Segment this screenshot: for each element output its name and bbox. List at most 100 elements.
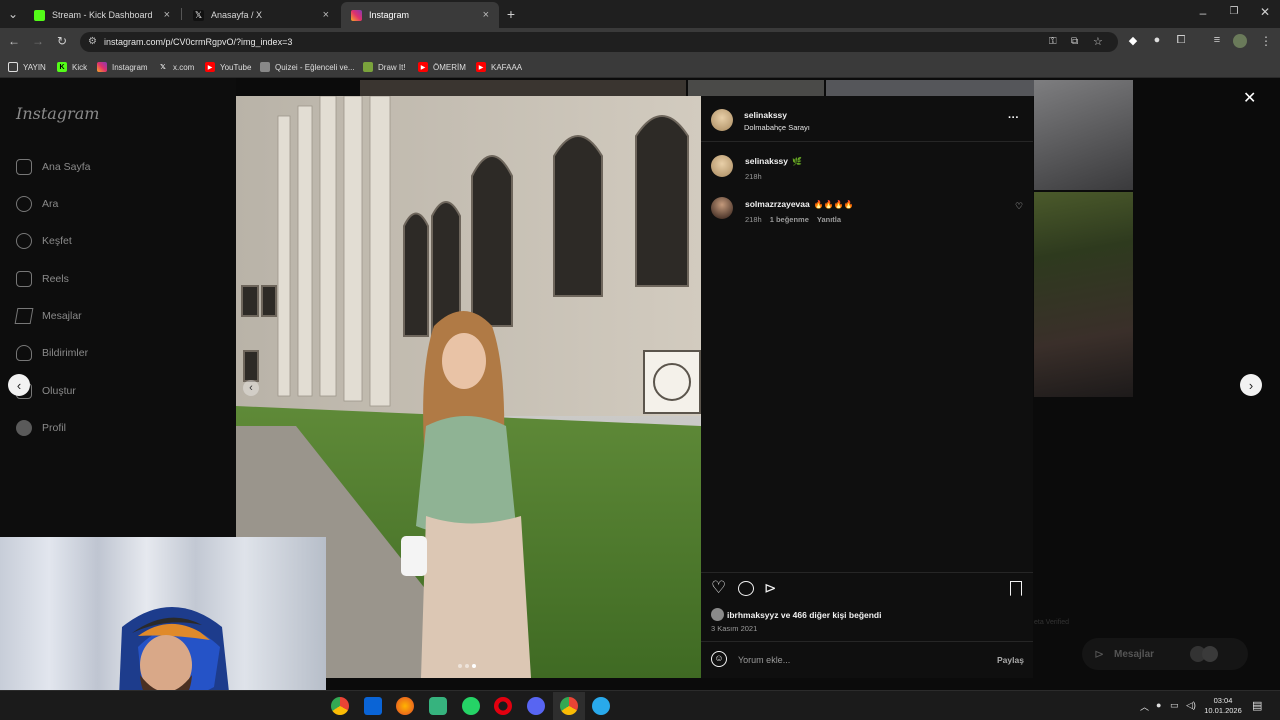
commenter-avatar[interactable]	[711, 197, 733, 219]
bookmark-x[interactable]: 𝕏x.com	[158, 56, 194, 78]
close-tab-icon[interactable]: ×	[164, 9, 170, 21]
like-comment-heart-icon[interactable]: ♡	[1015, 201, 1023, 212]
restore-icon[interactable]: ❐	[1226, 6, 1242, 17]
nav-home[interactable]: Ana Sayfa	[16, 157, 90, 177]
tab-title: Anasayfa / X	[211, 10, 263, 20]
bookmark-omerim[interactable]: ▶ ÖMERİM	[418, 56, 466, 78]
nav-notifications[interactable]: Bildirimler	[16, 343, 88, 363]
nav-explore[interactable]: Keşfet	[16, 231, 72, 251]
nav-search[interactable]: Ara	[16, 194, 58, 214]
bookmark-kick[interactable]: K Kick	[57, 56, 87, 78]
bookmark-quizei[interactable]: Quizei - Eğlenceli ve...	[260, 56, 355, 78]
network-icon[interactable]: ▭	[1170, 700, 1179, 711]
bookmark-label: Quizei - Eğlenceli ve...	[275, 62, 355, 72]
comment-bubble-icon[interactable]	[738, 581, 754, 596]
reload-icon[interactable]: ↻	[54, 34, 70, 48]
share-paper-plane-icon[interactable]: ⊳	[764, 579, 777, 597]
nav-profile[interactable]: Profil	[16, 418, 66, 438]
discord-app-icon[interactable]	[527, 697, 545, 715]
chevron-left-icon: ‹	[16, 377, 22, 393]
tab-search-icon[interactable]: ⌄	[5, 7, 21, 21]
close-tab-icon[interactable]: ×	[483, 9, 489, 21]
like-heart-icon[interactable]: ♡	[711, 579, 726, 597]
close-tab-icon[interactable]: ×	[323, 9, 329, 21]
bookmark-star-icon[interactable]: ☆	[1093, 35, 1103, 48]
caption: selinakssy 🌿	[745, 156, 802, 166]
messages-floating-button[interactable]	[1082, 638, 1248, 670]
comment-input[interactable]: Yorum ekle...	[738, 655, 978, 665]
profile-avatar[interactable]	[1233, 34, 1247, 48]
panel-divider	[701, 641, 1033, 642]
media-control-icon[interactable]: ≡	[1209, 34, 1225, 46]
extension-egg-icon[interactable]: ●	[1149, 34, 1165, 46]
verified-fragment: eta Verified	[1034, 619, 1070, 626]
telegram-app-icon[interactable]	[592, 697, 610, 715]
comment-author[interactable]: solmazrzayevaa	[745, 199, 810, 209]
clock[interactable]: 03:04 10.01.2026	[1203, 696, 1243, 716]
previous-post-button[interactable]: ‹	[8, 374, 30, 396]
post-author[interactable]: selinakssy	[744, 110, 787, 120]
more-options-icon[interactable]: ···	[1008, 112, 1019, 124]
nav-label: Mesajlar	[42, 310, 82, 322]
bookmark-yayin[interactable]: YAYIN	[8, 56, 46, 78]
comment-reply[interactable]: Yanıtla	[817, 215, 841, 224]
chrome-active-app-icon[interactable]	[560, 697, 578, 715]
post-location[interactable]: Dolmabahçe Sarayı	[744, 123, 810, 132]
bookmark-youtube[interactable]: ▶ YouTube	[205, 56, 251, 78]
chevron-right-icon: ›	[1248, 377, 1254, 393]
compass-icon	[16, 233, 32, 249]
new-tab-button[interactable]: +	[503, 6, 519, 22]
site-info-icon[interactable]: ⚙	[88, 36, 97, 47]
notifications-icon[interactable]: ▤	[1252, 699, 1262, 712]
bookmark-label: KAFAAA	[491, 62, 523, 72]
window-close-icon[interactable]: ✕	[1257, 5, 1273, 19]
extensions-puzzle-icon[interactable]: ⧠	[1173, 34, 1189, 47]
comment-likes[interactable]: 1 beğenme	[770, 215, 809, 224]
password-key-icon[interactable]: ⚿	[1049, 36, 1057, 47]
forward-icon[interactable]: →	[30, 34, 46, 48]
extension-diamond-icon[interactable]: ◆	[1125, 34, 1141, 47]
kick-favicon-icon	[34, 9, 45, 21]
whatsapp-app-icon[interactable]	[462, 697, 480, 715]
chrome-app-icon[interactable]	[331, 697, 349, 715]
tab-kick-dashboard[interactable]: Stream - Kick Dashboard ×	[24, 2, 180, 28]
instagram-logo[interactable]: Instagram	[16, 104, 99, 123]
tray-expand-icon[interactable]: ︿	[1140, 700, 1149, 713]
stream-app-icon[interactable]	[429, 697, 447, 715]
caption-author-avatar[interactable]	[711, 155, 733, 177]
youtube-icon: ▶	[205, 62, 215, 72]
firefox-app-icon[interactable]	[396, 697, 414, 715]
nav-label: Reels	[42, 273, 69, 285]
browser-menu-icon[interactable]: ⋮	[1258, 34, 1274, 48]
install-app-icon[interactable]: ⧉	[1071, 36, 1078, 47]
clock-time: 03:04	[1213, 696, 1233, 705]
next-post-button[interactable]: ›	[1240, 374, 1262, 396]
bookmark-kafaaa[interactable]: ▶ KAFAAA	[476, 56, 522, 78]
microphone-icon[interactable]: ●	[1156, 700, 1161, 710]
nav-reels[interactable]: Reels	[16, 269, 69, 289]
nav-label: Bildirimler	[42, 347, 89, 359]
liked-by-text[interactable]: ibrhmaksyyz ve 466 diğer kişi beğendi	[727, 610, 882, 620]
photo-previous-button[interactable]: ‹	[243, 380, 259, 396]
post-date: 3 Kasım 2021	[711, 624, 758, 633]
minimize-icon[interactable]: –	[1195, 6, 1211, 20]
author-avatar[interactable]	[711, 109, 733, 131]
tab-x-home[interactable]: 𝕏 Anasayfa / X ×	[183, 2, 339, 28]
back-icon[interactable]: ←	[6, 34, 22, 48]
bookmark-instagram[interactable]: Instagram	[97, 56, 148, 78]
opera-app-icon[interactable]	[494, 697, 512, 715]
outlook-app-icon[interactable]	[364, 697, 382, 715]
quiz-icon	[260, 62, 270, 72]
tab-instagram[interactable]: Instagram ×	[341, 2, 499, 28]
share-comment-button[interactable]: Paylaş	[997, 655, 1024, 665]
caption-author[interactable]: selinakssy	[745, 156, 788, 166]
address-bar[interactable]: ⚙ instagram.com/p/CV0crmRgpvO/?img_index…	[80, 32, 1118, 52]
instagram-favicon-icon	[351, 9, 362, 21]
send-icon: ⊳	[1094, 647, 1105, 661]
close-modal-icon[interactable]: ✕	[1243, 88, 1256, 108]
liker-avatar[interactable]	[711, 608, 724, 621]
bookmark-draw-it[interactable]: Draw It!	[363, 56, 406, 78]
volume-icon[interactable]: ◁)	[1186, 700, 1196, 711]
emoji-icon[interactable]: ☺	[711, 651, 727, 667]
nav-messages[interactable]: Mesajlar	[14, 306, 82, 326]
